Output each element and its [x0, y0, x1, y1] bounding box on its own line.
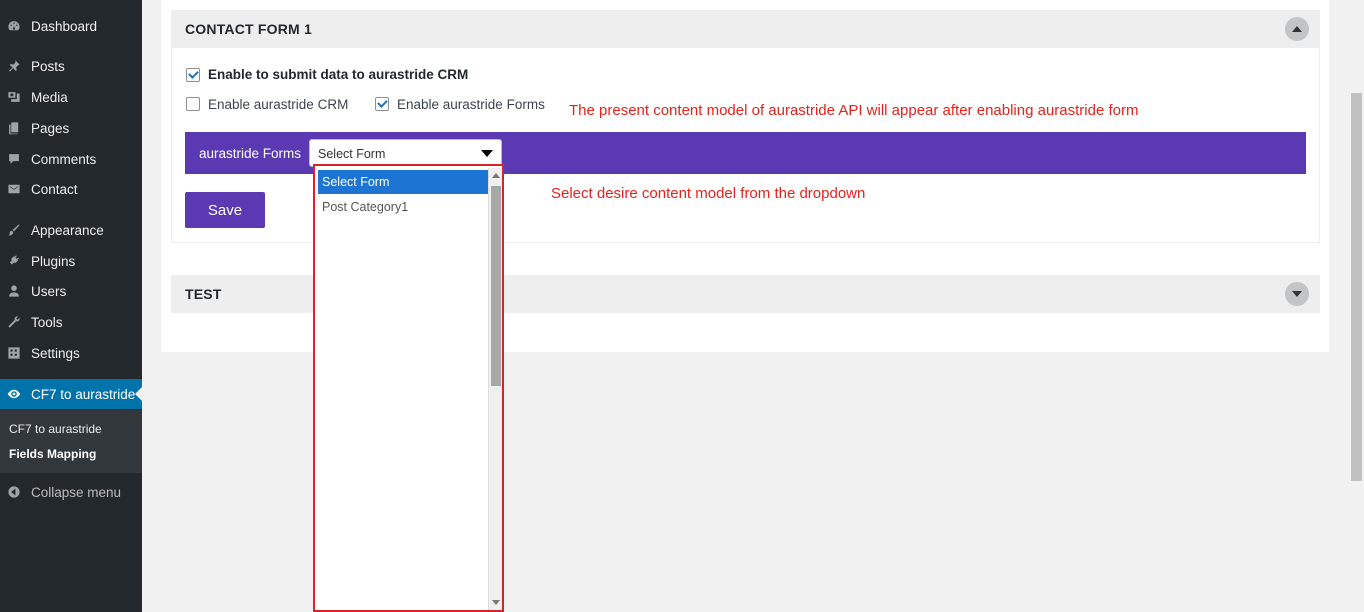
- sidebar-item-label: Settings: [31, 345, 80, 361]
- sidebar-item-cf7-to-aurastride[interactable]: CF7 to aurastride: [0, 379, 142, 409]
- dropdown-scrollbar[interactable]: [488, 168, 502, 610]
- scroll-up-icon[interactable]: [492, 173, 500, 178]
- caret-down-icon: [481, 150, 493, 157]
- section-title: TEST: [185, 286, 222, 302]
- enable-crm-checkbox[interactable]: [186, 97, 200, 111]
- sidebar-item-appearance[interactable]: Appearance: [0, 215, 142, 245]
- form-select-value: Select Form: [318, 147, 386, 161]
- media-icon: [7, 90, 21, 104]
- sidebar-item-label: Appearance: [31, 222, 104, 238]
- chevron-up-icon: [1292, 26, 1302, 32]
- wrench-icon: [7, 315, 21, 329]
- pin-icon: [7, 59, 21, 73]
- sidebar-item-dashboard[interactable]: Dashboard: [0, 11, 142, 41]
- sidebar-item-tools[interactable]: Tools: [0, 307, 142, 337]
- sidebar-item-label: Contact: [31, 181, 78, 197]
- eye-icon: [7, 387, 21, 401]
- sidebar-item-label: Posts: [31, 58, 65, 74]
- form-dropdown-list: Select Form Post Category1: [313, 164, 504, 612]
- plug-icon: [7, 254, 21, 268]
- user-icon: [7, 284, 21, 298]
- sidebar-item-media[interactable]: Media: [0, 82, 142, 112]
- save-button[interactable]: Save: [185, 192, 265, 228]
- submenu-item-cf7-to-aurastride[interactable]: CF7 to aurastride: [9, 422, 102, 436]
- sidebar-item-label: Dashboard: [31, 18, 98, 34]
- sidebar-item-label: Comments: [31, 151, 97, 167]
- comment-icon: [7, 152, 21, 166]
- submenu: CF7 to aurastride Fields Mapping: [0, 410, 142, 473]
- section-title: CONTACT FORM 1: [185, 21, 312, 37]
- sidebar-item-label: CF7 to aurastride: [31, 386, 136, 402]
- content-model-annotation: The present content model of aurastride …: [569, 102, 1139, 119]
- form-select[interactable]: Select Form: [309, 139, 502, 167]
- dropdown-option-select-form[interactable]: Select Form: [318, 170, 489, 194]
- sidebar-item-label: Users: [31, 283, 67, 299]
- sidebar-item-contact[interactable]: Contact: [0, 174, 142, 204]
- expand-section-button[interactable]: [1285, 282, 1309, 306]
- chevron-down-icon: [1292, 291, 1302, 297]
- sidebar-item-label: Media: [31, 89, 68, 105]
- collapse-section-button[interactable]: [1285, 17, 1309, 41]
- sidebar-item-label: Tools: [31, 314, 63, 330]
- mail-icon: [7, 182, 21, 196]
- page-scroll-thumb[interactable]: [1351, 93, 1362, 481]
- enable-forms-label: Enable aurastride Forms: [397, 97, 545, 112]
- enable-crm-label: Enable aurastride CRM: [208, 97, 349, 112]
- forms-bar-label: aurastride Forms: [199, 146, 302, 161]
- collapse-menu-button[interactable]: Collapse menu: [0, 477, 142, 507]
- submit-data-checkbox[interactable]: [186, 68, 200, 82]
- sidebar-item-label: Plugins: [31, 253, 76, 269]
- pages-icon: [7, 121, 21, 135]
- sidebar-item-label: Pages: [31, 120, 70, 136]
- dropdown-scroll-thumb[interactable]: [491, 186, 501, 386]
- brush-icon: [7, 223, 21, 237]
- enable-forms-checkbox[interactable]: [375, 97, 389, 111]
- admin-sidebar: Dashboard Posts Media Pages Comments Con…: [0, 0, 142, 612]
- submit-data-label: Enable to submit data to aurastride CRM: [208, 67, 469, 82]
- sidebar-item-posts[interactable]: Posts: [0, 51, 142, 81]
- sidebar-item-pages[interactable]: Pages: [0, 113, 142, 143]
- scroll-down-icon[interactable]: [492, 600, 500, 605]
- select-model-annotation: Select desire content model from the dro…: [551, 185, 866, 202]
- dropdown-option-post-category1[interactable]: Post Category1: [318, 195, 489, 219]
- sidebar-item-users[interactable]: Users: [0, 276, 142, 306]
- collapse-menu-label: Collapse menu: [31, 484, 122, 500]
- submenu-item-fields-mapping[interactable]: Fields Mapping: [9, 447, 96, 461]
- dashboard-icon: [7, 19, 21, 33]
- sidebar-item-comments[interactable]: Comments: [0, 144, 142, 174]
- sidebar-item-plugins[interactable]: Plugins: [0, 246, 142, 276]
- sidebar-item-settings[interactable]: Settings: [0, 338, 142, 368]
- page-scrollbar[interactable]: [1349, 0, 1364, 612]
- settings-icon: [7, 346, 21, 360]
- collapse-icon: [7, 485, 21, 499]
- contact-form-section-header[interactable]: CONTACT FORM 1: [171, 10, 1320, 48]
